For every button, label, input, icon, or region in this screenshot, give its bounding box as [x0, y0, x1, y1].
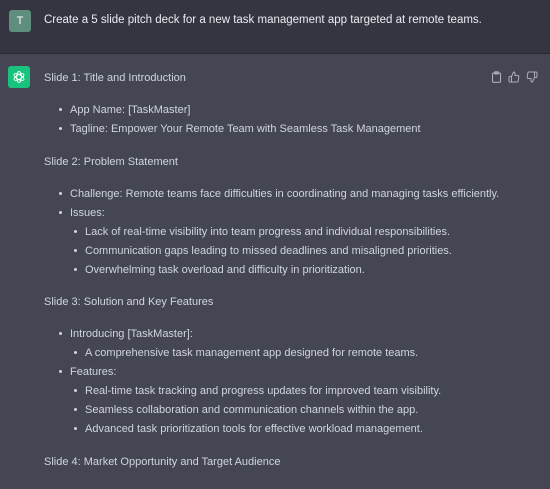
- openai-logo-icon: [13, 70, 25, 84]
- user-prompt-text: Create a 5 slide pitch deck for a new ta…: [44, 14, 482, 26]
- list-item: Tagline: Empower Your Remote Team with S…: [59, 123, 421, 136]
- assistant-message-row: Slide 1: Title and Introduction App Name…: [0, 54, 550, 489]
- thumbs-down-button[interactable]: [526, 71, 538, 83]
- user-message-row: T Create a 5 slide pitch deck for a new …: [0, 0, 550, 54]
- slide1-heading: Slide 1: Title and Introduction: [44, 72, 186, 84]
- list-item: Introducing [TaskMaster]:: [59, 328, 193, 341]
- list-item: Seamless collaboration and communication…: [74, 404, 418, 417]
- thumbs-up-icon: [508, 71, 520, 83]
- user-avatar: T: [9, 10, 31, 32]
- slide4-heading: Slide 4: Market Opportunity and Target A…: [44, 456, 281, 468]
- list-item: Lack of real-time visibility into team p…: [74, 226, 450, 239]
- copy-button[interactable]: [490, 71, 502, 83]
- list-item: App Name: [TaskMaster]: [59, 104, 190, 117]
- message-actions: [490, 71, 538, 83]
- list-item: Overwhelming task overload and difficult…: [74, 264, 365, 277]
- slide2-heading: Slide 2: Problem Statement: [44, 156, 178, 168]
- list-item: Issues:: [59, 207, 105, 220]
- slide3-heading: Slide 3: Solution and Key Features: [44, 296, 214, 308]
- clipboard-icon: [491, 71, 501, 83]
- list-item: A comprehensive task management app desi…: [74, 347, 418, 360]
- list-item: Communication gaps leading to missed dea…: [74, 245, 452, 258]
- list-item: Challenge: Remote teams face difficultie…: [59, 188, 499, 201]
- list-item: Real-time task tracking and progress upd…: [74, 385, 441, 398]
- thumbs-up-button[interactable]: [508, 71, 520, 83]
- list-item: Advanced task prioritization tools for e…: [74, 423, 423, 436]
- list-item: Features:: [59, 366, 116, 379]
- thumbs-down-icon: [526, 71, 538, 83]
- assistant-avatar: [8, 66, 30, 88]
